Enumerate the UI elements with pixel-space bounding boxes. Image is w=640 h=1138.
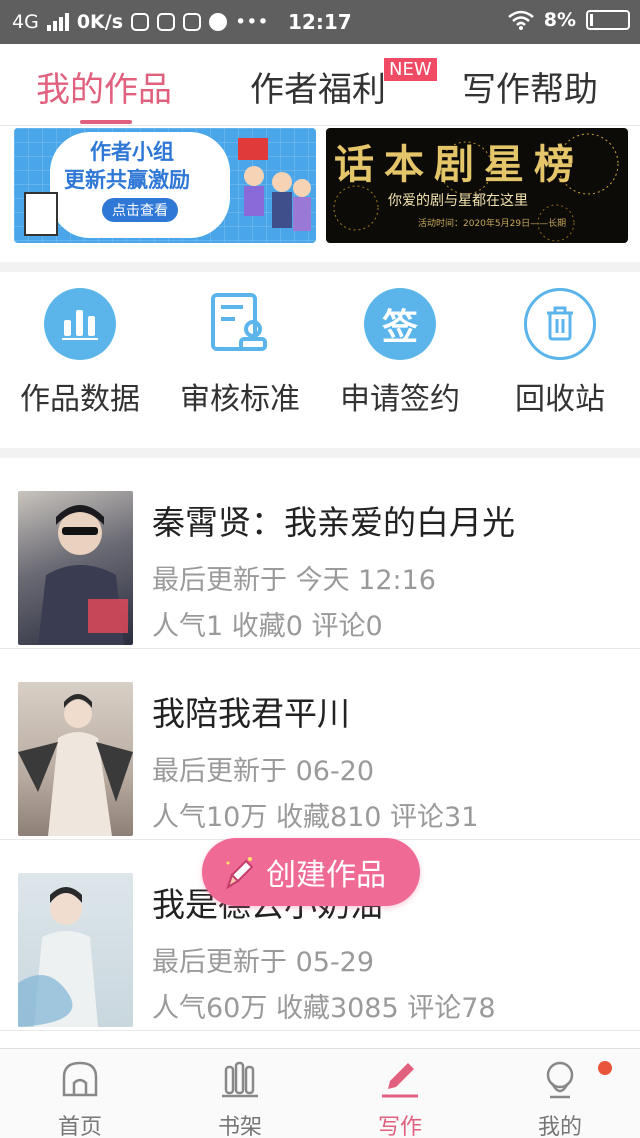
work-cover-image	[18, 682, 133, 836]
wifi-icon	[507, 10, 534, 30]
battery-percent: 8%	[543, 9, 576, 31]
trash-icon	[524, 288, 596, 360]
work-title: 我陪我君平川	[152, 694, 350, 733]
browser-icon	[209, 13, 228, 31]
work-title: 秦霄贤：我亲爱的白月光	[152, 503, 515, 542]
review-document-icon	[204, 288, 276, 360]
work-updated: 最后更新于 05-29	[152, 947, 375, 978]
bottom-navigation: 首页 书架 写作 我的	[0, 1048, 640, 1138]
nav-write[interactable]: 写作	[340, 1059, 460, 1138]
banner-carousel: 作者小组 更新共赢激励 点击查看 话本剧星榜 你爱的剧与星都在这里 活动时间：2…	[0, 126, 640, 262]
active-tab-indicator	[80, 120, 132, 124]
work-cover-image	[18, 873, 133, 1027]
quick-action-label: 作品数据	[20, 382, 140, 417]
shopping-bag-icon	[183, 13, 202, 31]
network-indicator: 4G	[12, 11, 39, 33]
new-badge: NEW	[384, 58, 437, 81]
nav-home[interactable]: 首页	[20, 1059, 140, 1138]
work-item[interactable]: 我陪我君平川 最后更新于 06-20 人气10万 收藏810 评论31	[0, 649, 640, 840]
bar-chart-icon	[44, 288, 116, 360]
tab-author-benefits[interactable]: 作者福利	[250, 62, 386, 111]
pencil-icon	[226, 857, 254, 890]
drama-star-ranking-banner[interactable]: 话本剧星榜 你爱的剧与星都在这里 活动时间：2020年5月29日——长期	[326, 128, 628, 243]
quick-action-review-standards[interactable]: 审核标准	[160, 288, 320, 418]
work-stats: 人气10万 收藏810 评论31	[152, 802, 479, 833]
tab-my-works[interactable]: 我的作品	[36, 62, 172, 111]
quick-action-work-data[interactable]: 作品数据	[0, 288, 160, 418]
status-bar: 4G 0K/s ••• 12:17 8%	[0, 0, 640, 44]
app-notification-icon	[157, 13, 176, 31]
banner-title-line1: 作者小组	[90, 140, 174, 164]
notification-dot	[598, 1061, 612, 1075]
tab-writing-help[interactable]: 写作帮助	[462, 62, 598, 111]
profile-icon	[546, 1061, 574, 1099]
nav-bookshelf[interactable]: 书架	[180, 1059, 300, 1138]
author-group-banner[interactable]: 作者小组 更新共赢激励 点击查看	[14, 128, 316, 243]
document-icon	[24, 192, 58, 236]
home-icon	[62, 1061, 98, 1097]
banner-title: 话本剧星榜	[334, 141, 584, 188]
banner-view-button[interactable]: 点击查看	[102, 198, 178, 222]
quick-action-recycle-bin[interactable]: 回收站	[480, 288, 640, 418]
write-icon	[382, 1063, 418, 1098]
nav-label: 首页	[57, 1115, 102, 1138]
create-work-button[interactable]: 创建作品	[202, 838, 420, 906]
create-work-label: 创建作品	[266, 858, 386, 893]
work-updated: 最后更新于 06-20	[152, 756, 375, 787]
network-speed: 0K/s	[76, 11, 124, 33]
bookshelf-icon	[222, 1061, 258, 1098]
app-notification-icon	[131, 13, 150, 31]
work-updated: 最后更新于 今天 12:16	[152, 565, 436, 596]
work-cover-image	[18, 491, 133, 645]
banner-title-line2: 更新共赢激励	[64, 168, 190, 192]
quick-action-label: 审核标准	[180, 382, 300, 417]
quick-action-sign-contract[interactable]: 签 申请签约	[320, 288, 480, 418]
quick-action-label: 申请签约	[340, 382, 460, 417]
more-notifications-icon: •••	[235, 11, 269, 33]
people-illustration	[238, 138, 311, 231]
nav-label: 我的	[537, 1115, 582, 1138]
work-stats: 人气60万 收藏3085 评论78	[152, 993, 496, 1024]
banner-subtitle: 你爱的剧与星都在这里	[388, 193, 528, 209]
banner-date: 活动时间：2020年5月29日——长期	[418, 219, 567, 229]
work-stats: 人气1 收藏0 评论0	[152, 611, 383, 642]
quick-actions: 作品数据 审核标准 签 申请签约 回收站	[0, 272, 640, 448]
quick-action-label: 回收站	[515, 382, 605, 417]
nav-label: 写作	[377, 1115, 422, 1138]
battery-icon	[586, 10, 630, 30]
sign-contract-icon: 签	[364, 288, 436, 360]
work-item[interactable]: 秦霄贤：我亲爱的白月光 最后更新于 今天 12:16 人气1 收藏0 评论0	[0, 458, 640, 649]
signal-icon	[46, 13, 69, 31]
works-list: 秦霄贤：我亲爱的白月光 最后更新于 今天 12:16 人气1 收藏0 评论0 我…	[0, 458, 640, 1048]
clock: 12:17	[288, 10, 352, 34]
nav-label: 书架	[217, 1115, 262, 1138]
top-tabs: 我的作品 作者福利 NEW 写作帮助	[0, 44, 640, 126]
